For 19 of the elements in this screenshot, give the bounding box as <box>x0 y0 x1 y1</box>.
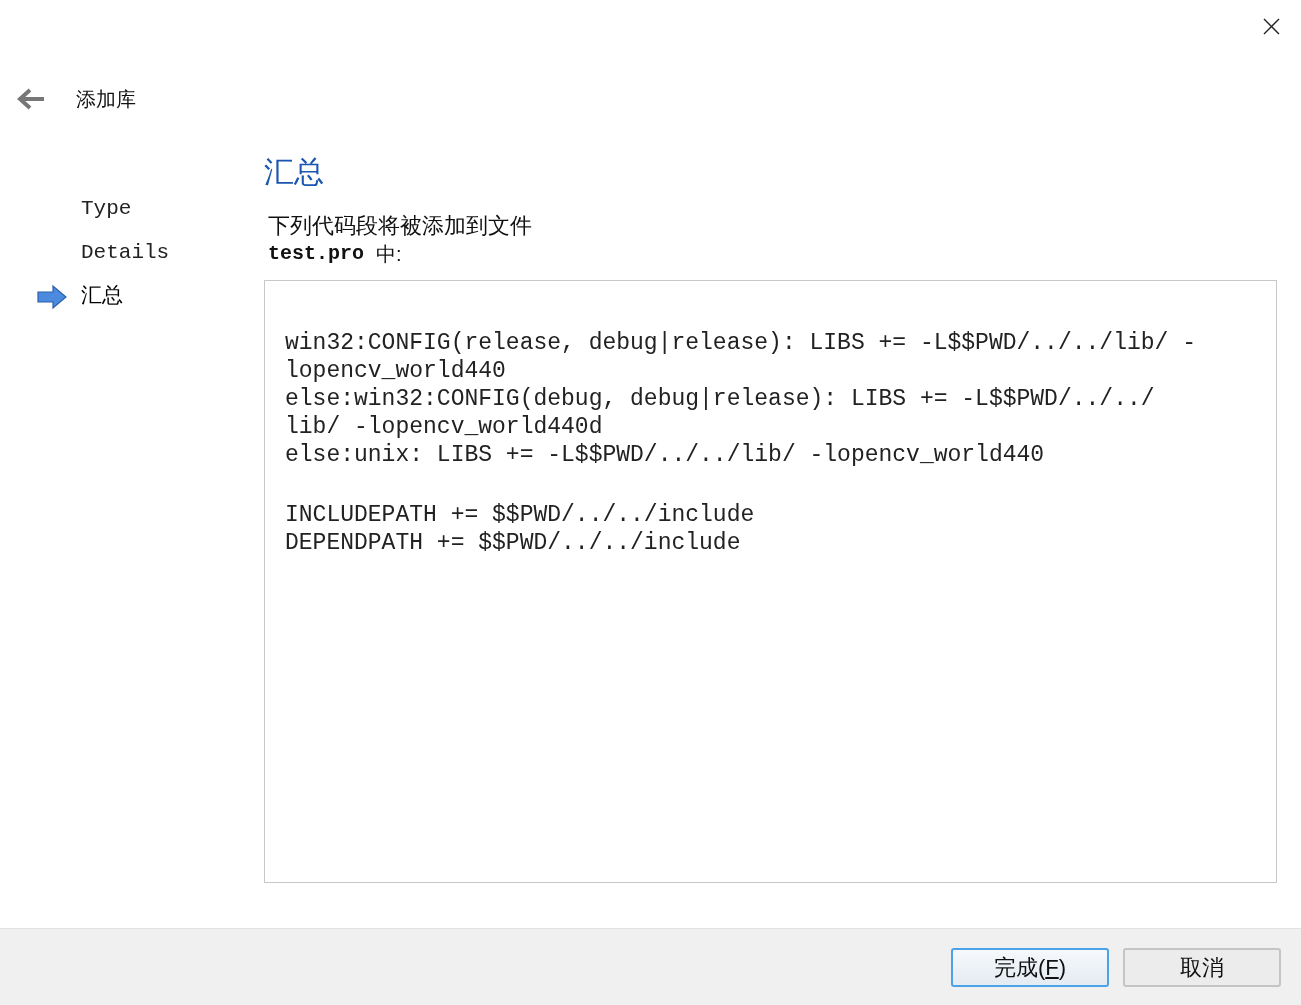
code-line: else:win32:CONFIG(debug, debug|release): LIBS += -L$$PWD/../../ <box>285 385 1156 413</box>
page-heading: 汇总 <box>264 154 325 190</box>
file-name: test.pro <box>268 241 364 267</box>
step-item: Type <box>81 196 132 223</box>
code-line: else:unix: LIBS += -L$$PWD/../../lib/ -lopencv_world440 <box>285 441 1046 469</box>
code-line: INCLUDEPATH += $$PWD/../../include <box>285 501 756 529</box>
step-item: Details <box>81 240 170 267</box>
code-line: win32:CONFIG(release, debug|release): LIBS += -L$$PWD/../../lib/ - <box>285 329 1197 357</box>
cancel-button[interactable]: 取消 <box>1123 947 1281 987</box>
code-line: lopencv_world440 <box>285 357 507 385</box>
close-icon[interactable] <box>1263 18 1280 35</box>
window-title: 添加库 <box>76 87 136 112</box>
file-suffix-text: 中: <box>376 242 402 267</box>
step-item: 汇总 <box>81 284 123 311</box>
back-arrow-icon[interactable] <box>16 87 46 111</box>
code-line: lib/ -lopencv_world440d <box>285 413 604 441</box>
intro-text: 下列代码段将被添加到文件 <box>268 212 533 240</box>
finish-button[interactable]: 完成(F) <box>951 947 1109 987</box>
code-line: DEPENDPATH += $$PWD/../../include <box>285 529 742 557</box>
